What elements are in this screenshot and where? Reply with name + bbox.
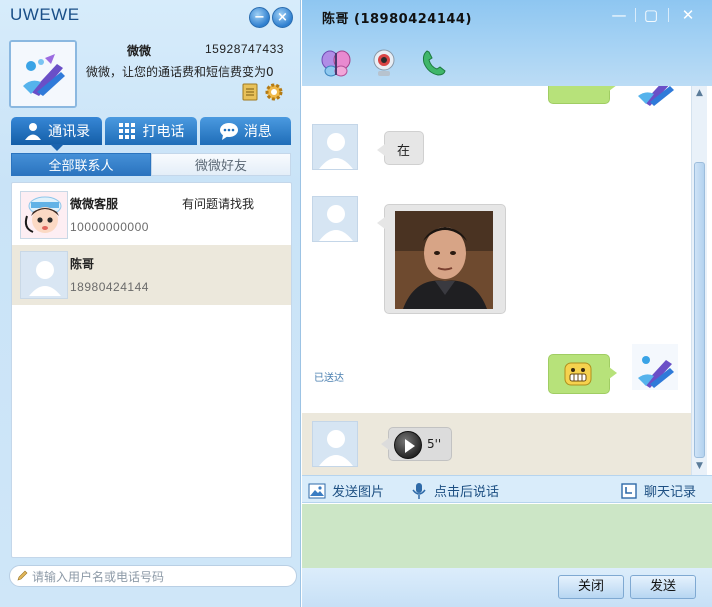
profile-avatar[interactable] bbox=[9, 40, 77, 108]
tab-dial-label: 打电话 bbox=[142, 124, 185, 140]
contact-avatar bbox=[312, 196, 358, 242]
pencil-icon bbox=[17, 570, 28, 581]
message-text: 在 bbox=[397, 144, 411, 159]
contact-name: 陈哥 bbox=[70, 257, 95, 271]
send-image-button[interactable]: 发送图片 bbox=[308, 481, 384, 500]
chat-actionbar: 发送图片 点击后说话 聊天记录 bbox=[302, 475, 712, 503]
default-user-avatar-icon bbox=[319, 133, 353, 169]
sub-tabs: 全部联系人 微微好友 bbox=[11, 153, 291, 176]
chat-footer: 关闭 发送 bbox=[302, 568, 712, 607]
contact-number: 10000000000 bbox=[70, 220, 149, 234]
picture-icon bbox=[308, 483, 326, 498]
main-tabs: 通讯录 打电话 消息 bbox=[11, 117, 291, 145]
chat-titlebar: 陈哥 (18980424144) — ▢ ✕ bbox=[302, 0, 712, 86]
my-avatar bbox=[632, 86, 678, 108]
my-avatar bbox=[632, 344, 678, 390]
tab-contacts[interactable]: 通讯录 bbox=[11, 117, 103, 145]
phone-handset-icon[interactable] bbox=[418, 47, 450, 79]
voice-record-button[interactable]: 点击后说话 bbox=[410, 481, 499, 500]
profile-phone: 15928747433 bbox=[205, 42, 284, 56]
contact-avatar bbox=[312, 421, 358, 467]
message-icon bbox=[219, 123, 238, 140]
message-bubble-voice: 5'' bbox=[381, 427, 452, 461]
close-chat-button[interactable]: 关闭 bbox=[558, 575, 624, 599]
minimize-button[interactable]: − bbox=[249, 7, 270, 28]
butterfly-logo-icon bbox=[632, 344, 678, 390]
tab-messages[interactable]: 消息 bbox=[199, 117, 291, 145]
butterfly-logo-icon bbox=[638, 86, 674, 106]
contact-avatar bbox=[20, 251, 68, 299]
profile-message: 微微，让您的通话费和短信费变为0 bbox=[86, 65, 274, 79]
contact-avatar bbox=[20, 191, 68, 239]
voice-duration: 5'' bbox=[427, 437, 442, 451]
voice-record-label: 点击后说话 bbox=[434, 485, 500, 500]
grin-emoticon-icon bbox=[564, 362, 592, 386]
chat-title: 陈哥 (18980424144) bbox=[322, 12, 472, 27]
photo-thumbnail[interactable] bbox=[395, 211, 493, 309]
message-row-selected: 5'' bbox=[302, 413, 692, 475]
default-user-avatar-icon bbox=[21, 252, 67, 298]
tab-messages-label: 消息 bbox=[243, 124, 272, 140]
search-input[interactable]: 请输入用户名或电话号码 bbox=[9, 565, 297, 587]
close-button[interactable]: × bbox=[272, 7, 293, 28]
contact-status: 有问题请找我 bbox=[182, 197, 255, 211]
subtab-all-contacts[interactable]: 全部联系人 bbox=[11, 153, 151, 176]
scrollbar-thumb[interactable] bbox=[694, 162, 705, 458]
search-placeholder: 请输入用户名或电话号码 bbox=[32, 569, 165, 584]
message-bubble-image[interactable] bbox=[377, 204, 506, 314]
scroll-up-arrow-icon[interactable]: ▲ bbox=[694, 88, 705, 99]
chat-maximize-button[interactable]: ▢ bbox=[642, 6, 660, 24]
chat-scrollbar[interactable]: ▲ ▼ bbox=[691, 86, 707, 475]
tab-pointer bbox=[50, 144, 64, 151]
message-compose-input[interactable] bbox=[302, 504, 712, 568]
app-brand: UWEWE bbox=[10, 5, 80, 24]
scroll-down-arrow-icon[interactable]: ▼ bbox=[694, 461, 705, 472]
support-cartoon-avatar-icon bbox=[21, 192, 67, 238]
contact-name: 微微客服 bbox=[70, 197, 119, 211]
butterfly-logo-icon bbox=[11, 42, 75, 106]
titlebar-divider bbox=[668, 8, 669, 22]
default-user-avatar-icon bbox=[319, 430, 353, 466]
contacts-panel: UWEWE − × 微微 15928747433 微微，让您的通话费和短信费变为… bbox=[0, 0, 301, 607]
notes-icon[interactable] bbox=[240, 82, 260, 102]
settings-gear-icon[interactable] bbox=[264, 82, 284, 102]
chat-window: 陈哥 (18980424144) — ▢ ✕ 在 已送达 5'' ▲ ▼ 发送图… bbox=[302, 0, 712, 607]
send-button[interactable]: 发送 bbox=[630, 575, 696, 599]
chat-history: 在 已送达 5'' bbox=[302, 86, 692, 475]
tab-dial[interactable]: 打电话 bbox=[105, 117, 197, 145]
subtab-friends[interactable]: 微微好友 bbox=[151, 153, 291, 176]
contact-number: 18980424144 bbox=[70, 280, 149, 294]
message-bubble-incoming: 在 bbox=[377, 131, 424, 165]
chat-close-button[interactable]: ✕ bbox=[679, 6, 697, 24]
chat-history-button[interactable]: 聊天记录 bbox=[620, 481, 696, 500]
titlebar-divider bbox=[635, 8, 636, 22]
chat-history-label: 聊天记录 bbox=[644, 485, 697, 500]
chat-minimize-button[interactable]: — bbox=[610, 6, 628, 24]
webcam-icon[interactable] bbox=[368, 47, 400, 79]
message-bubble-outgoing bbox=[548, 354, 617, 394]
play-voice-button[interactable] bbox=[394, 431, 422, 459]
contacts-icon bbox=[25, 123, 42, 140]
microphone-icon bbox=[412, 482, 426, 499]
contact-list: 微微客服 有问题请找我 10000000000 陈哥 18980424144 bbox=[11, 182, 292, 558]
butterfly-emoticon-icon[interactable] bbox=[320, 47, 352, 79]
history-icon bbox=[621, 482, 637, 499]
send-image-label: 发送图片 bbox=[332, 485, 385, 500]
list-item[interactable]: 陈哥 18980424144 bbox=[12, 245, 291, 305]
message-bubble-outgoing bbox=[548, 86, 617, 104]
list-item[interactable]: 微微客服 有问题请找我 10000000000 bbox=[12, 185, 291, 245]
delivered-status: 已送达 bbox=[314, 373, 344, 384]
default-user-avatar-icon bbox=[319, 205, 353, 241]
profile-name: 微微 bbox=[127, 44, 152, 58]
contact-avatar bbox=[312, 124, 358, 170]
tab-contacts-label: 通讯录 bbox=[48, 124, 91, 140]
dialpad-icon bbox=[119, 123, 136, 139]
